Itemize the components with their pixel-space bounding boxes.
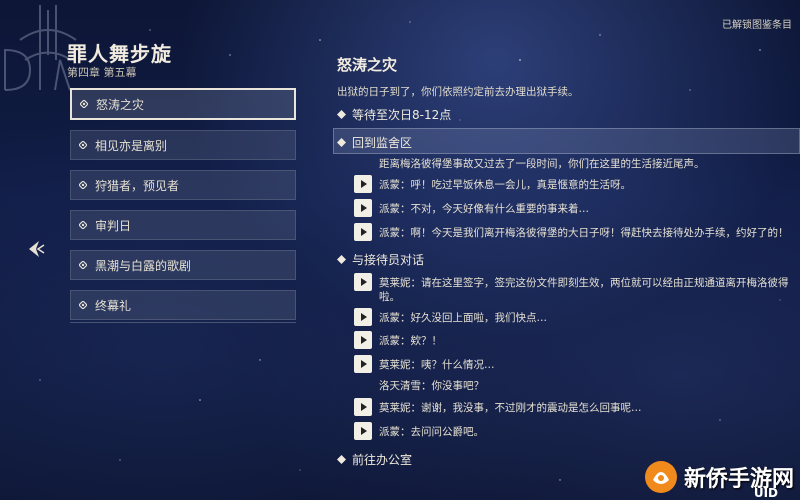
diamond-icon: [79, 181, 87, 189]
play-icon[interactable]: [354, 273, 372, 291]
step-talk[interactable]: 与接待员对话: [337, 251, 424, 268]
quest-item[interactable]: 相见亦是离别: [70, 130, 296, 160]
play-icon[interactable]: [354, 355, 372, 373]
quest-item[interactable]: 黑潮与白露的歌剧: [70, 250, 296, 280]
play-icon[interactable]: [354, 331, 372, 349]
dialogue-text: 莫莱妮：咦？什么情况…: [379, 358, 495, 371]
quest-item[interactable]: 审判日: [70, 210, 296, 240]
narration-text: 洛天清雪：你没事吧？: [379, 380, 484, 392]
watermark-logo-icon: [644, 461, 677, 493]
diamond-icon: [79, 141, 87, 149]
dialogue-text: 莫莱妮：谢谢，我没事，不过刚才的震动是怎么回事呢…: [379, 401, 642, 414]
quest-item[interactable]: 狩猎者，预见者: [70, 170, 296, 200]
dialogue-text: 派蒙：欸？！: [379, 334, 442, 347]
dialogue-text: 派蒙：不对，今天好像有什么重要的事来着…: [379, 202, 589, 215]
dialogue-line[interactable]: 派蒙：欸？！: [354, 331, 442, 349]
quest-item[interactable]: 终幕礼: [70, 290, 296, 320]
quest-item-label: 狩猎者，预见者: [95, 178, 180, 193]
dialogue-text: 派蒙：去问问公爵吧。: [379, 425, 484, 438]
chapter-subtitle: 第四章 第五幕: [67, 66, 137, 79]
step-label: 与接待员对话: [352, 253, 425, 267]
quest-item-selected[interactable]: 怒涛之灾: [70, 88, 296, 120]
quest-item-label: 黑潮与白露的歌剧: [95, 258, 192, 273]
uid-label: UID: [753, 486, 778, 500]
quest-item-label: 怒涛之灾: [96, 97, 145, 112]
diamond-icon: [79, 261, 87, 269]
diamond-icon: [79, 221, 87, 229]
dialogue-text: 派蒙：呼！吃过早饭休息一会儿，真是惬意的生活呀。: [379, 178, 631, 191]
diamond-icon: [337, 455, 346, 464]
narration-text: 距离梅洛彼得堡事故又过去了一段时间，你们在这里的生活接近尾声。: [379, 158, 705, 170]
step-label: 前往办公室: [352, 453, 413, 467]
dialogue-text: 派蒙：啊！今天是我们离开梅洛彼得堡的大日子呀！得赶快去接待处办手续，约好了的！: [379, 226, 789, 239]
step-label: 回到监舍区: [352, 136, 413, 150]
quest-list: 怒涛之灾 相见亦是离别 狩猎者，预见者 审判日 黑潮与白露的歌剧 终幕礼: [70, 88, 296, 330]
dialogue-line[interactable]: 莫莱妮：请在这里签字，签完这份文件即刻生效，两位就可以经由正规通道离开梅洛彼得: [354, 273, 789, 291]
dialogue-line[interactable]: 派蒙：不对，今天好像有什么重要的事来着…: [354, 199, 589, 217]
back-arrow-icon[interactable]: [24, 238, 46, 260]
step-office[interactable]: 前往办公室: [337, 451, 412, 468]
step-return[interactable]: 回到监舍区: [337, 134, 412, 151]
dialogue-line[interactable]: 莫莱妮：谢谢，我没事，不过刚才的震动是怎么回事呢…: [354, 398, 642, 416]
play-icon[interactable]: [354, 199, 372, 217]
diamond-icon: [337, 138, 346, 147]
detail-description: 出狱的日子到了，你们依照约定前去办理出狱手续。: [337, 86, 579, 98]
quest-item-label: 终幕礼: [95, 298, 132, 313]
diamond-icon: [80, 100, 88, 108]
step-wait: 等待至次日8-12点: [337, 106, 451, 123]
play-icon[interactable]: [354, 308, 372, 326]
diamond-icon: [79, 301, 87, 309]
detail-title: 怒涛之灾: [337, 56, 398, 74]
quest-item-label: 相见亦是离别: [95, 138, 168, 153]
dialogue-text-continued: 啦。: [379, 291, 400, 303]
dialogue-line[interactable]: 派蒙：呼！吃过早饭休息一会儿，真是惬意的生活呀。: [354, 175, 631, 193]
dialogue-line[interactable]: 派蒙：好久没回上面啦，我们快点…: [354, 308, 547, 326]
dialogue-line[interactable]: 派蒙：去问问公爵吧。: [354, 422, 484, 440]
page-title: 罪人舞步旋: [67, 42, 172, 66]
play-icon[interactable]: [354, 223, 372, 241]
play-icon[interactable]: [354, 422, 372, 440]
list-divider: [70, 322, 296, 323]
dialogue-text: 莫莱妮：请在这里签字，签完这份文件即刻生效，两位就可以经由正规通道离开梅洛彼得: [379, 276, 789, 289]
play-icon[interactable]: [354, 175, 372, 193]
step-label: 等待至次日8-12点: [352, 108, 452, 122]
diamond-icon: [337, 110, 346, 119]
play-icon[interactable]: [354, 398, 372, 416]
diamond-icon: [337, 255, 346, 264]
dialogue-text: 派蒙：好久没回上面啦，我们快点…: [379, 311, 547, 324]
dialogue-line[interactable]: 派蒙：啊！今天是我们离开梅洛彼得堡的大日子呀！得赶快去接待处办手续，约好了的！: [354, 223, 789, 241]
dialogue-line[interactable]: 莫莱妮：咦？什么情况…: [354, 355, 495, 373]
unlocked-entry-notice: 已解锁图鉴条目: [722, 20, 792, 31]
quest-item-label: 审判日: [95, 218, 132, 233]
